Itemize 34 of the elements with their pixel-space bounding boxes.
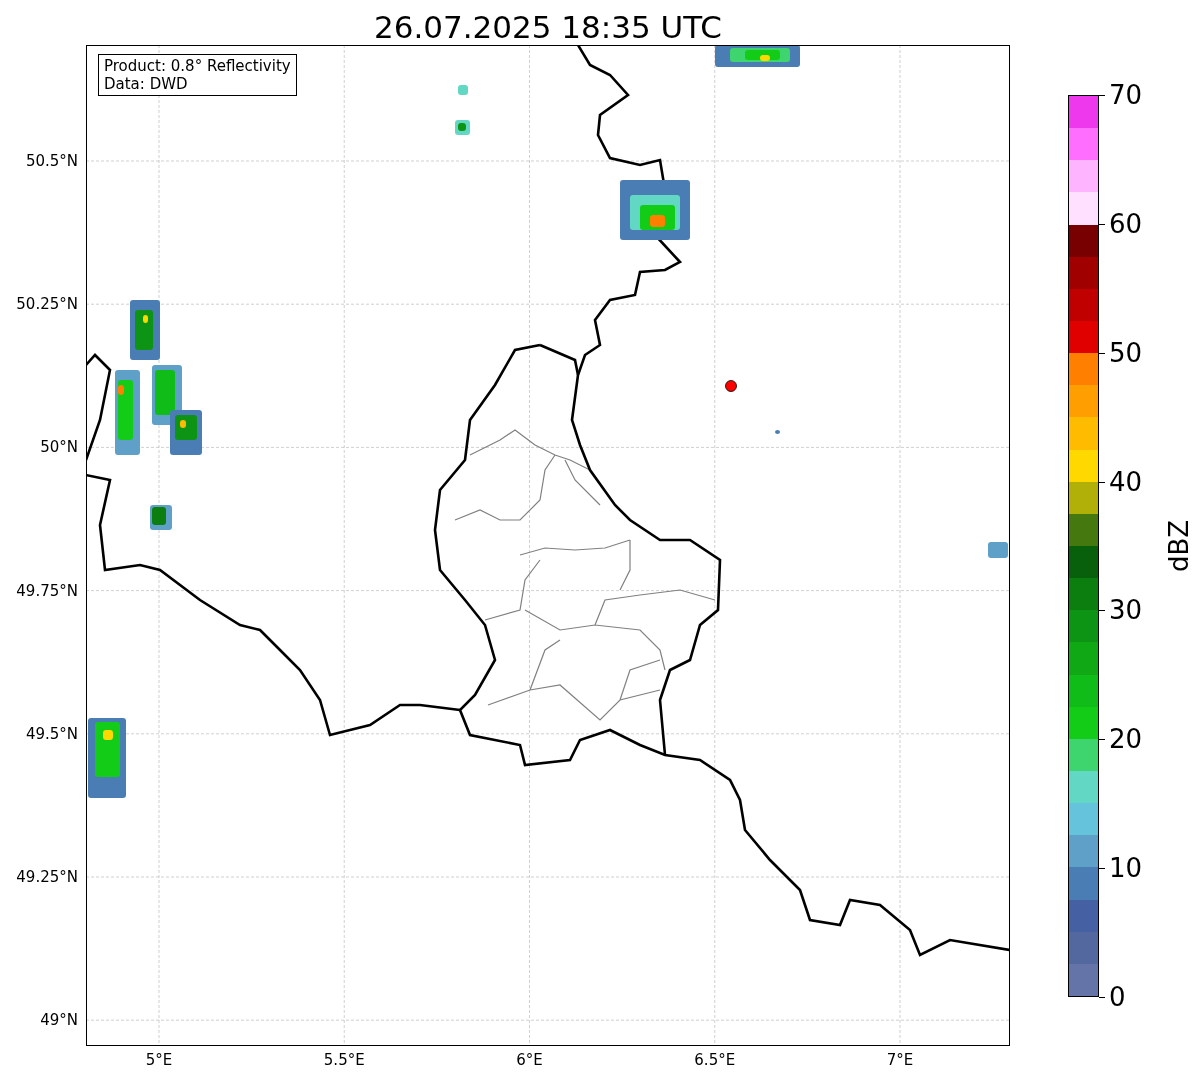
colorbar-tick-label: 0: [1109, 982, 1126, 1012]
colorbar-tick-label: 50: [1109, 337, 1143, 368]
colorbar-tick-label: 10: [1109, 853, 1143, 884]
radar-echo: [775, 430, 780, 434]
colorbar-tick-label: 40: [1109, 466, 1143, 497]
longitude-tick-label: 5.5°E: [323, 1051, 365, 1069]
radar-echo: [988, 542, 1008, 558]
colorbar-tick-label: 30: [1109, 595, 1143, 626]
radar-echo: [458, 85, 468, 95]
latitude-tick-label: 50°N: [40, 438, 78, 457]
longitude-tick-label: 6.5°E: [694, 1051, 736, 1069]
radar-echo: [150, 505, 172, 530]
latitude-tick-label: 49°N: [40, 1011, 78, 1030]
longitude-tick-label: 5°E: [145, 1051, 173, 1069]
latitude-tick-label: 49.5°N: [25, 724, 78, 743]
radar-echo: [455, 120, 470, 135]
chart-title: 26.07.2025 18:35 UTC: [374, 9, 722, 45]
latitude-tick-label: 49.75°N: [16, 581, 78, 600]
location-marker: [725, 380, 737, 392]
latitude-tick-label: 50.5°N: [25, 152, 78, 170]
longitude-tick-label: 6°E: [516, 1051, 543, 1069]
radar-echo: [170, 410, 202, 455]
colorbar-axis-label: dBZ: [1164, 519, 1195, 573]
radar-echo: [620, 180, 690, 240]
longitude-tick-label: 7°E: [886, 1051, 914, 1069]
colorbar-tick-label: 60: [1109, 208, 1143, 239]
latitude-tick-label: 49.25°N: [16, 868, 78, 886]
radar-echo: [130, 300, 160, 360]
latitude-tick-label: 50.25°N: [16, 295, 78, 314]
radar-echo: [152, 365, 182, 425]
colorbar-tick-label: 20: [1109, 724, 1143, 755]
info-line: Product: 0.8° Reflectivity: [104, 57, 291, 75]
colorbar-tick-label: 70: [1109, 80, 1143, 110]
info-line: Data: DWD: [104, 75, 189, 93]
